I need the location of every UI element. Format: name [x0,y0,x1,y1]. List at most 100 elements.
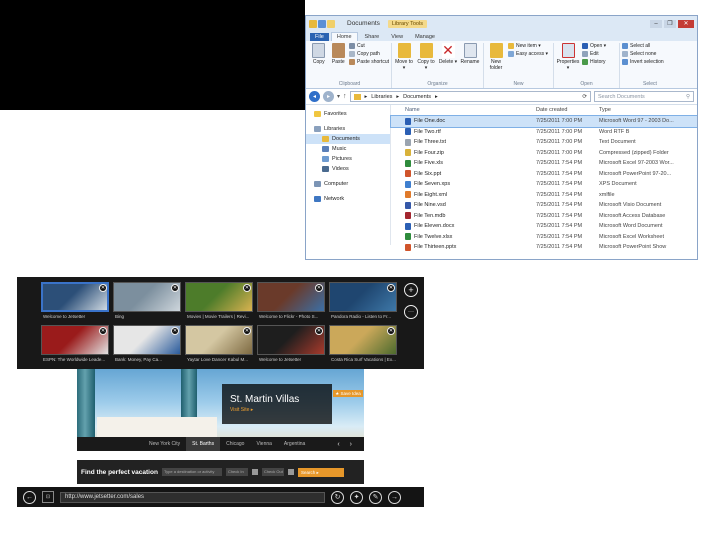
new-tab-button[interactable]: + [404,283,418,297]
tab-tools-button[interactable]: ··· [404,305,418,319]
nav-pictures[interactable]: Pictures [306,154,390,164]
tab-file[interactable]: File [310,33,329,41]
tab-thumbnail[interactable]: Bank: Money, Pay Ca... ✕ [113,325,181,365]
column-type[interactable]: Type [599,107,691,113]
nav-videos[interactable]: Videos [306,164,390,174]
tab-thumbnail[interactable]: Yaytar Love Dancer Kabul M... ✕ [185,325,253,365]
check-out-input[interactable]: Check Out [261,468,284,476]
file-row[interactable]: File Eleven.docx 7/25/2011 7:54 PM Microso… [391,221,697,232]
edit-button[interactable]: Edit [582,51,606,57]
tab-view[interactable]: View [386,33,408,41]
copy-button[interactable]: Copy [310,43,328,81]
close-tab-icon[interactable]: ✕ [315,284,323,292]
file-row[interactable]: File Three.txt 7/25/2011 7:00 PM Text Docu… [391,137,697,148]
breadcrumb-separator[interactable]: ▸ [435,94,438,100]
file-row[interactable]: File Six.ppt 7/25/2011 7:54 PM Microsoft P… [391,169,697,180]
file-row[interactable]: File One.doc 7/25/2011 7:00 PM Microsoft W… [390,115,697,128]
url-input[interactable]: http://www.jetsetter.com/sales [60,491,325,503]
breadcrumb-separator[interactable]: ▸ [365,94,368,100]
history-button[interactable]: History [582,59,606,65]
library-tools-context-tab[interactable]: Library Tools [387,19,427,28]
nav-documents[interactable]: Documents [306,134,390,144]
save-idea-badge[interactable]: ★ Save Idea [333,390,363,397]
copy-path-button[interactable]: Copy path [349,51,389,57]
forward-button[interactable]: ▸ [323,91,334,102]
file-row[interactable]: File Eight.xml 7/25/2011 7:54 PM xmlfile [391,190,697,201]
tab-share[interactable]: Share [360,33,385,41]
city-tab[interactable]: New York City [143,437,186,451]
search-box[interactable]: Search Documents ⚲ [594,91,694,102]
city-tab[interactable]: Argentina [278,437,311,451]
address-field[interactable]: ▸ Libraries ▸ Documents ▸ ⟳ [349,91,591,102]
file-row[interactable]: File Nine.vsd 7/25/2011 7:54 PM Microsoft … [391,200,697,211]
nav-music[interactable]: Music [306,144,390,154]
visit-site-link[interactable]: Visit Site ▸ [230,407,324,413]
file-row[interactable]: File Ten.mdb 7/25/2011 7:54 PM Microsoft A… [391,211,697,222]
close-button[interactable]: ✕ [678,19,694,28]
close-tab-icon[interactable]: ✕ [315,327,323,335]
page-tools-icon[interactable]: ✎ [369,490,382,504]
tab-manage[interactable]: Manage [410,33,440,41]
file-row[interactable]: File Two.rtf 7/25/2011 7:00 PM Word RTF B [391,127,697,138]
file-row[interactable]: File Four.zip 7/25/2011 7:00 PM Compressed… [391,148,697,159]
nav-network[interactable]: Network [306,194,390,204]
carousel-arrows[interactable]: ‹ › [337,441,364,448]
back-arrow-icon[interactable]: ← [23,490,36,504]
close-tab-icon[interactable]: ✕ [171,327,179,335]
back-button[interactable]: ◂ [309,91,320,102]
delete-button[interactable]: ✕ Delete ▾ [438,43,458,81]
tab-thumbnail[interactable]: Movies | Movie Trailers | Revi... ✕ [185,282,253,322]
calendar-icon[interactable] [287,469,294,475]
breadcrumb-documents[interactable]: Documents [403,94,431,100]
close-tab-icon[interactable]: ✕ [243,327,251,335]
close-tab-icon[interactable]: ✕ [171,284,179,292]
refresh-icon[interactable]: ↻ [331,490,344,504]
check-in-input[interactable]: Check In [225,468,248,476]
file-row[interactable]: File Thirteen.pptx 7/25/2011 7:54 PM Micro… [391,242,697,253]
invert-selection-button[interactable]: Invert selection [622,59,664,65]
pin-icon[interactable]: ✦ [350,490,363,504]
column-date-created[interactable]: Date created [536,107,599,113]
tab-thumbnail[interactable]: Bing ✕ [113,282,181,322]
tab-thumbnail[interactable]: Pandora Radio - Listen to Fr... ✕ [329,282,397,322]
close-tab-icon[interactable]: ✕ [99,284,107,292]
tab-home[interactable]: Home [330,32,358,41]
tab-thumbnail[interactable]: Welcome to Jetsetter ✕ [257,325,325,365]
rename-button[interactable]: Rename [460,43,480,81]
calendar-icon[interactable] [251,469,258,475]
close-tab-icon[interactable]: ✕ [387,327,395,335]
breadcrumb-libraries[interactable]: Libraries [371,94,392,100]
city-tab[interactable]: Vienna [250,437,277,451]
close-tab-icon[interactable]: ✕ [387,284,395,292]
minimize-button[interactable]: – [650,19,662,28]
city-tab[interactable]: Chicago [220,437,250,451]
copy-to-button[interactable]: Copy to ▾ [416,43,436,81]
up-arrow-icon[interactable]: ↑ [343,93,347,100]
file-row[interactable]: File Twelve.xlsx 7/25/2011 7:54 PM Microso… [391,232,697,243]
properties-button[interactable]: Properties ▾ [556,43,580,81]
quick-access-toolbar[interactable] [309,19,335,28]
column-name[interactable]: Name [391,107,536,113]
destination-input[interactable]: Type a destination or activity [161,468,222,476]
close-tab-icon[interactable]: ✕ [243,284,251,292]
forward-arrow-icon[interactable]: → [388,490,401,504]
nav-computer[interactable]: Computer [306,179,390,189]
new-folder-icon[interactable] [327,19,335,28]
new-folder-button[interactable]: New folder [486,43,506,81]
move-to-button[interactable]: Move to ▾ [394,43,414,81]
new-item-button[interactable]: New item ▾ [508,43,548,49]
select-all-button[interactable]: Select all [622,43,664,49]
select-none-button[interactable]: Select none [622,51,664,57]
cut-button[interactable]: Cut [349,43,389,49]
recent-locations-chevron-icon[interactable]: ▾ [337,93,340,100]
search-button[interactable]: Search ▸ [297,467,344,477]
properties-icon[interactable] [318,19,326,28]
tab-thumbnail[interactable]: ESPN: The Worldwide Leade... ✕ [41,325,109,365]
tab-thumbnail[interactable]: Welcome to Flickr - Photo S... ✕ [257,282,325,322]
tab-thumbnail[interactable]: Costa Rica Surf Vacations | Ex... ✕ [329,325,397,365]
tab-thumbnail[interactable]: Welcome to Jetsetter ✕ [41,282,109,322]
breadcrumb-separator[interactable]: ▸ [396,94,399,100]
file-row[interactable]: File Seven.xps 7/25/2011 7:54 PM XPS Docum… [391,179,697,190]
paste-button[interactable]: Paste [330,43,348,81]
paste-shortcut-button[interactable]: Paste shortcut [349,59,389,65]
